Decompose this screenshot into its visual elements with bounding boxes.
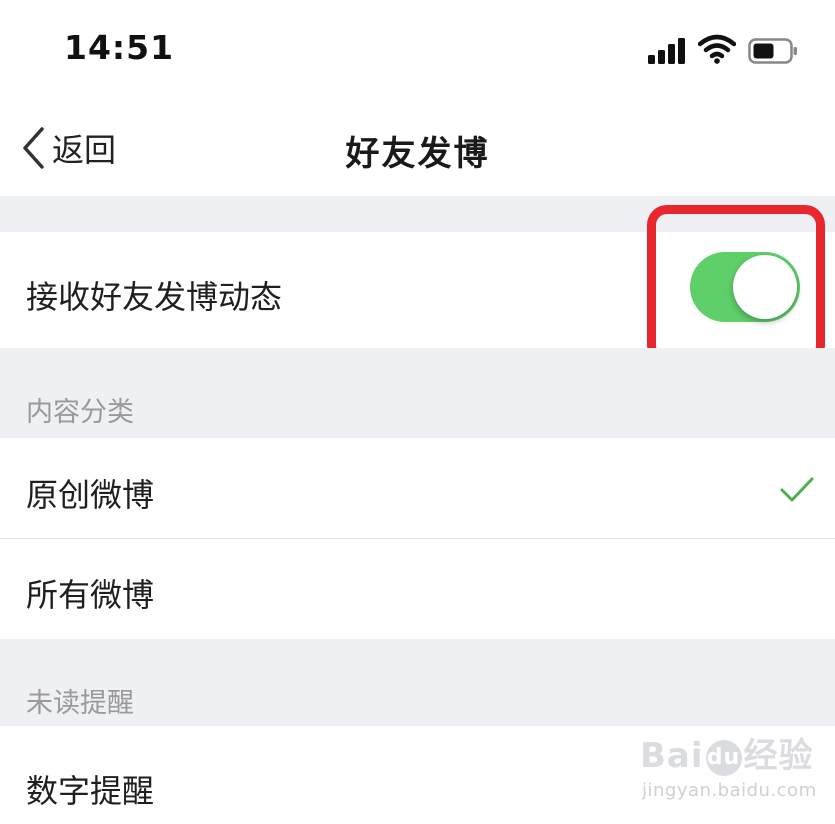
section-header-label: 未读提醒	[26, 688, 134, 719]
watermark-brand-left: Bai	[640, 736, 704, 776]
watermark-brand-right: 经验	[743, 736, 814, 776]
option-label-original: 原创微博	[26, 476, 155, 514]
nav-bar: 返回 好友发博	[0, 100, 835, 196]
section-header-label: 内容分类	[26, 397, 134, 428]
option-label-all: 所有微博	[26, 576, 155, 614]
option-row-all[interactable]: 所有微博	[0, 539, 835, 639]
section-header-content-category: 内容分类	[0, 348, 835, 438]
watermark-url: jingyan.baidu.com	[642, 780, 817, 801]
cellular-signal-icon	[648, 38, 688, 64]
paw-icon: du	[705, 739, 742, 776]
highlight-annotation-box	[647, 205, 825, 365]
status-time: 14:51	[64, 28, 175, 67]
receive-updates-label: 接收好友发博动态	[26, 278, 283, 316]
watermark-brand: Bai du经验	[640, 728, 814, 777]
status-bar: 14:51	[0, 0, 835, 100]
page-title: 好友发博	[345, 134, 490, 174]
wifi-icon	[698, 34, 736, 64]
section-header-unread-reminder: 未读提醒	[0, 639, 835, 726]
battery-icon	[748, 38, 797, 64]
option-row-original[interactable]: 原创微博	[0, 438, 835, 538]
baidu-jingyan-watermark: Bai du经验 jingyan.baidu.com	[640, 728, 816, 806]
checkmark-icon	[780, 477, 814, 502]
option-label-number-reminder: 数字提醒	[26, 772, 155, 810]
